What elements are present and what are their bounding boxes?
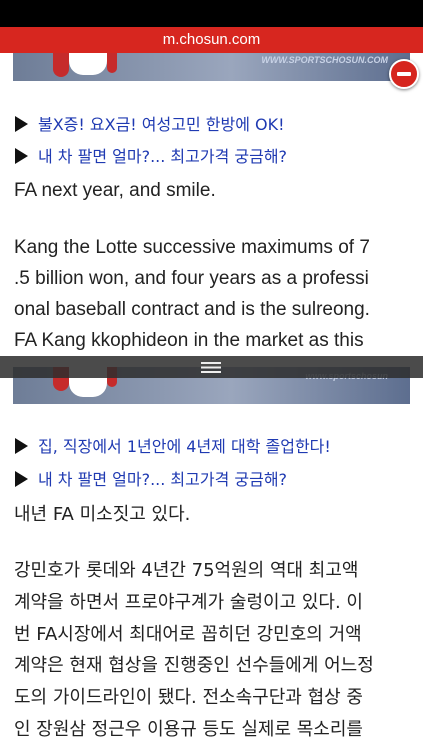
triangle-bullet-icon bbox=[15, 471, 28, 487]
ad-link-text[interactable]: 내 차 팔면 얼마?... 최고가격 궁금해? bbox=[38, 470, 287, 489]
ad-link-text[interactable]: 내 차 팔면 얼마?... 최고가격 궁금해? bbox=[38, 147, 287, 166]
photo-watermark: WWW.SPORTSCHOSUN.COM bbox=[261, 55, 388, 65]
ad-link-1[interactable]: 불X증! 요X금! 여성고민 한방에 OK! bbox=[15, 112, 285, 138]
ad-link-2[interactable]: 내 차 팔면 얼마?... 최고가격 궁금해? bbox=[15, 144, 287, 170]
paragraph-line: 계약은 현재 협상을 진행중인 선수들에게 어느정 bbox=[14, 655, 374, 677]
korean-line-1: 내년 FA 미소짓고 있다. bbox=[14, 504, 191, 525]
paragraph-line: 번 FA시장에서 최대어로 꼽히던 강민호의 거액 bbox=[14, 623, 362, 645]
paragraph-line: 계약을 하면서 프로야구계가 술렁이고 있다. 이 bbox=[14, 591, 363, 613]
ad-link-4[interactable]: 내 차 팔면 얼마?... 최고가격 궁금해? bbox=[15, 467, 287, 493]
ad-link-text[interactable]: 집, 직장에서 1년안에 4년제 대학 졸업한다! bbox=[38, 437, 331, 456]
paragraph-line: Kang the Lotte successive maximums of 7 bbox=[14, 237, 370, 258]
korean-paragraph: 강민호가 롯데와 4년간 75억원의 역대 최고액 계약을 하면서 프로야구계가… bbox=[14, 555, 414, 746]
article-photo-top: WWW.SPORTSCHOSUN.COM bbox=[13, 53, 410, 81]
paragraph-line: 도의 가이드라인이 됐다. 전소속구단과 협상 중 bbox=[14, 687, 363, 709]
triangle-bullet-icon bbox=[15, 116, 28, 132]
english-paragraph: Kang the Lotte successive maximums of 7 … bbox=[14, 232, 414, 356]
paragraph-line: onal baseball contract and is the sulreo… bbox=[14, 299, 370, 320]
triangle-bullet-icon bbox=[15, 438, 28, 454]
ad-link-text[interactable]: 불X증! 요X금! 여성고민 한방에 OK! bbox=[38, 115, 285, 134]
player-image bbox=[53, 53, 117, 77]
triangle-bullet-icon bbox=[15, 148, 28, 164]
paragraph-line: 인 장원삼 정근우 이용규 등도 실제로 목소리를 bbox=[14, 718, 363, 740]
menu-icon[interactable] bbox=[201, 362, 221, 373]
status-bar bbox=[0, 0, 423, 27]
paragraph-line: .5 billion won, and four years as a prof… bbox=[14, 268, 369, 289]
collapse-minus-button[interactable] bbox=[389, 59, 419, 89]
paragraph-line: FA Kang kkophideon in the market as this bbox=[14, 330, 364, 351]
floating-toolbar[interactable] bbox=[0, 356, 423, 378]
english-line-1: FA next year, and smile. bbox=[14, 180, 216, 201]
url-bar[interactable]: m.chosun.com bbox=[0, 27, 423, 53]
paragraph-line: 강민호가 롯데와 4년간 75억원의 역대 최고액 bbox=[14, 560, 359, 581]
ad-link-3[interactable]: 집, 직장에서 1년안에 4년제 대학 졸업한다! bbox=[15, 434, 331, 460]
